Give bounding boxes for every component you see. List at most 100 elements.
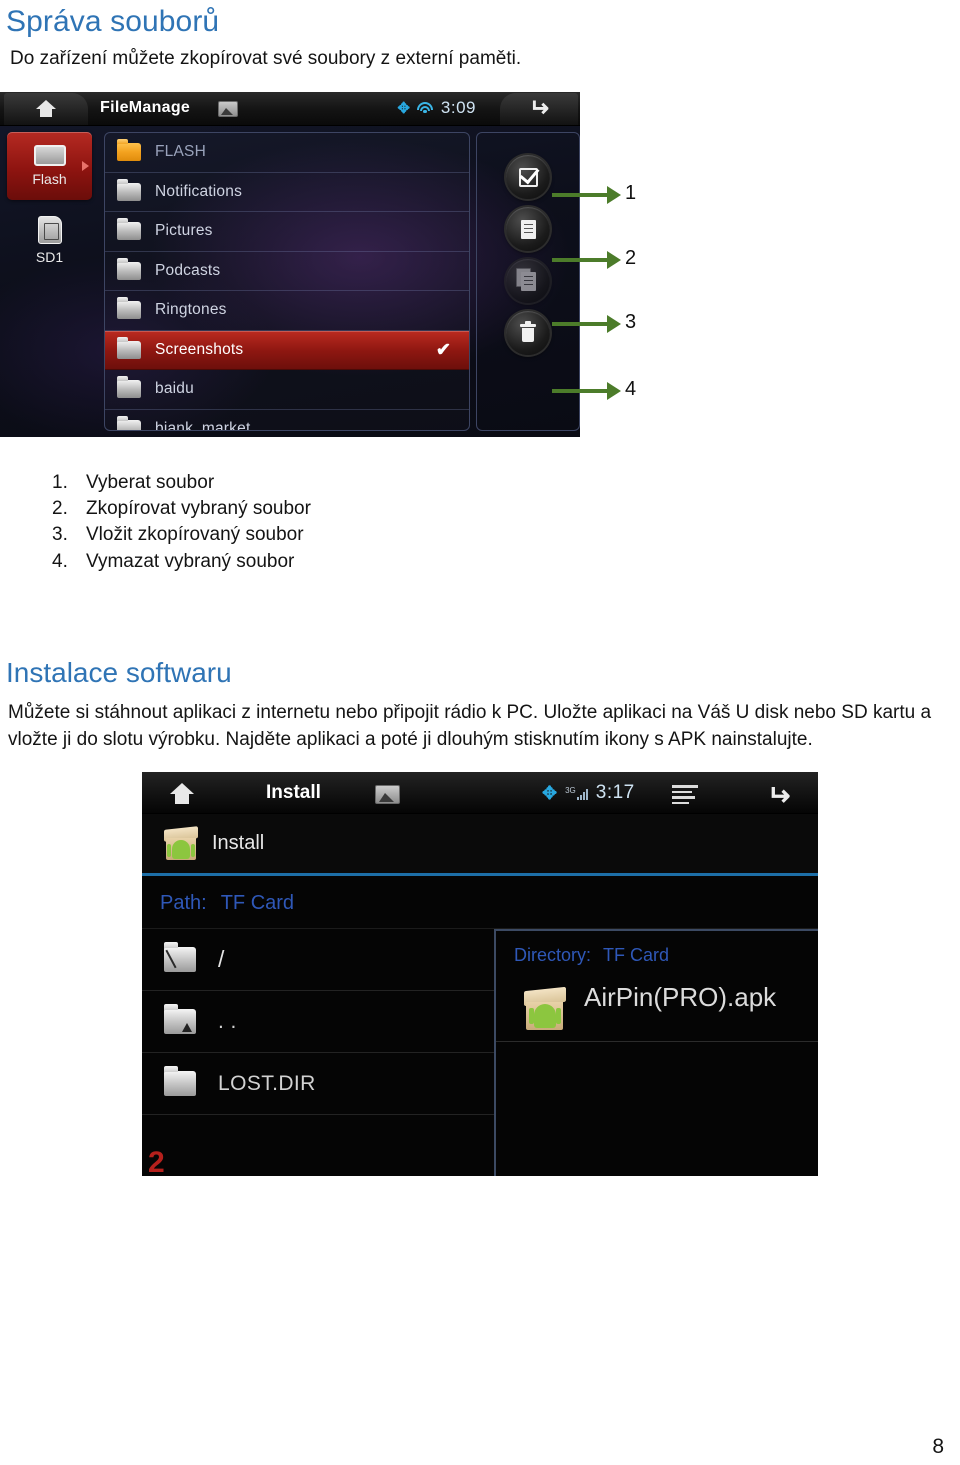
folder-icon bbox=[117, 297, 141, 320]
install-label: Install bbox=[212, 832, 265, 854]
list-item[interactable]: Pictures bbox=[105, 212, 469, 252]
filemanage-screenshot: FileManage ✥ 3:09 ↵ Flash SD1 FLASH Noti… bbox=[0, 92, 580, 437]
apk-package-icon bbox=[164, 825, 198, 860]
file-name: . . bbox=[218, 1009, 237, 1033]
folder-icon bbox=[164, 1066, 196, 1096]
list-icon[interactable] bbox=[672, 785, 698, 804]
page-number: 8 bbox=[932, 1435, 944, 1458]
list-item-selected[interactable]: Screenshots ✔ bbox=[105, 330, 469, 370]
callout-number-4: 4 bbox=[625, 378, 637, 400]
list-item[interactable]: Notifications bbox=[105, 173, 469, 212]
folder-icon bbox=[117, 415, 141, 430]
image-icon[interactable] bbox=[218, 101, 238, 117]
list-item: 2. Zkopírovat vybraný soubor bbox=[52, 496, 311, 522]
filemanage-device-ui: FileManage ✥ 3:09 ↵ Flash SD1 FLASH Noti… bbox=[0, 92, 580, 437]
drive-item-flash[interactable]: Flash bbox=[7, 132, 92, 200]
path-value: TF Card bbox=[220, 892, 295, 914]
list-item[interactable]: / bbox=[142, 929, 494, 991]
list-item[interactable]: Ringtones bbox=[105, 291, 469, 331]
drive-label: SD1 bbox=[35, 248, 64, 265]
file-name: Pictures bbox=[155, 222, 213, 240]
folder-icon bbox=[117, 257, 141, 280]
list-item[interactable]: LOST.DIR bbox=[142, 1053, 494, 1115]
document-page: Správa souborů Do zařízení můžete zkopír… bbox=[0, 0, 960, 1465]
delete-file-button[interactable] bbox=[506, 311, 550, 355]
install-app-title: Install bbox=[266, 782, 321, 803]
step-text: Vložit zkopírovaný soubor bbox=[86, 524, 304, 546]
install-directory-panel: Directory: TF Card AirPin(PRO).apk bbox=[494, 929, 818, 1176]
network-label: 3G bbox=[565, 786, 576, 795]
check-icon: ✔ bbox=[435, 339, 451, 360]
folder-up-icon bbox=[164, 1004, 196, 1034]
install-topbar: Install ✥ 3G 3:17 ↵ bbox=[142, 772, 818, 814]
file-name: Screenshots bbox=[155, 340, 244, 358]
list-item[interactable]: biank_market bbox=[105, 410, 469, 431]
directory-row: Directory: TF Card bbox=[496, 931, 818, 979]
callout-number-3: 3 bbox=[625, 311, 637, 333]
steps-list: 1. Vyberat soubor 2. Zkopírovat vybraný … bbox=[52, 470, 311, 575]
drive-item-sd1[interactable]: SD1 bbox=[7, 206, 92, 274]
install-file-list: / . . LOST.DIR bbox=[142, 929, 494, 1176]
list-item-apk[interactable]: AirPin(PRO).apk bbox=[496, 979, 818, 1042]
signal-bars-icon: 3G bbox=[565, 786, 588, 800]
list-item[interactable]: FLASH bbox=[105, 133, 469, 173]
home-button[interactable] bbox=[170, 783, 194, 804]
apk-package-icon bbox=[524, 986, 566, 1030]
paste-file-button[interactable] bbox=[506, 259, 550, 303]
bluetooth-icon: ✥ bbox=[542, 783, 558, 803]
drive-label: Flash bbox=[32, 171, 67, 187]
copy-document-icon bbox=[515, 215, 536, 239]
callout-arrow-4 bbox=[552, 389, 608, 393]
list-item[interactable]: . . bbox=[142, 991, 494, 1053]
list-item: 3. Vložit zkopírovaný soubor bbox=[52, 522, 311, 548]
page-title: Správa souborů bbox=[6, 5, 220, 38]
folder-icon bbox=[117, 178, 141, 201]
folder-icon-orange bbox=[117, 139, 141, 162]
list-item: 4. Vymazat vybraný soubor bbox=[52, 549, 311, 575]
install-screenshot: Install ✥ 3G 3:17 ↵ Install Path: TF Car… bbox=[142, 772, 818, 1176]
filemanage-app-title: FileManage bbox=[100, 99, 191, 116]
folder-icon bbox=[117, 218, 141, 241]
step-number: 3. bbox=[52, 524, 68, 546]
install-header-row: Install bbox=[142, 814, 818, 876]
file-name: biank_market bbox=[155, 419, 251, 431]
back-arrow-icon[interactable]: ↵ bbox=[767, 779, 790, 812]
callout-number-2: 2 bbox=[625, 247, 637, 269]
step-text: Zkopírovat vybraný soubor bbox=[86, 498, 311, 520]
path-label: Path: bbox=[160, 892, 207, 914]
step-number: 1. bbox=[52, 472, 68, 493]
section-title-software-install: Instalace softwaru bbox=[6, 657, 232, 688]
list-item[interactable]: Podcasts bbox=[105, 252, 469, 291]
file-name: baidu bbox=[155, 380, 194, 398]
section-paragraph: Můžete si stáhnout aplikaci z internetu … bbox=[8, 702, 932, 750]
file-name: LOST.DIR bbox=[218, 1071, 316, 1095]
image-icon[interactable] bbox=[375, 785, 400, 804]
step-text: Vymazat vybraný soubor bbox=[86, 550, 295, 572]
apk-file-name: AirPin(PRO).apk bbox=[584, 982, 777, 1012]
back-button[interactable]: ↵ bbox=[500, 93, 578, 125]
wifi-icon bbox=[417, 101, 434, 115]
status-clock: 3:17 bbox=[595, 782, 635, 803]
intro-paragraph: Do zařízení můžete zkopírovat své soubor… bbox=[10, 47, 522, 69]
step-number: 4. bbox=[52, 550, 68, 572]
filemanage-topbar: FileManage ✥ 3:09 ↵ bbox=[0, 92, 580, 126]
file-name: Ringtones bbox=[155, 301, 227, 319]
select-file-button[interactable] bbox=[506, 155, 550, 199]
filemanage-status-area: ✥ 3:09 bbox=[397, 98, 476, 118]
back-arrow-icon: ↵ bbox=[528, 95, 550, 122]
copy-file-button[interactable] bbox=[506, 207, 550, 251]
checkbox-select-icon bbox=[518, 167, 538, 187]
step-number: 2. bbox=[52, 498, 68, 520]
home-icon bbox=[170, 783, 194, 804]
home-button[interactable] bbox=[4, 93, 88, 125]
sd-card-icon bbox=[37, 215, 62, 244]
home-icon bbox=[36, 100, 56, 118]
list-item[interactable]: baidu bbox=[105, 370, 469, 410]
file-name: Podcasts bbox=[155, 261, 221, 279]
callout-arrow-3 bbox=[552, 322, 608, 326]
folder-icon bbox=[117, 376, 141, 399]
bluetooth-icon: ✥ bbox=[397, 99, 410, 117]
drive-list: Flash SD1 bbox=[0, 126, 100, 433]
file-name: Notifications bbox=[155, 182, 243, 200]
trash-icon bbox=[520, 321, 536, 342]
